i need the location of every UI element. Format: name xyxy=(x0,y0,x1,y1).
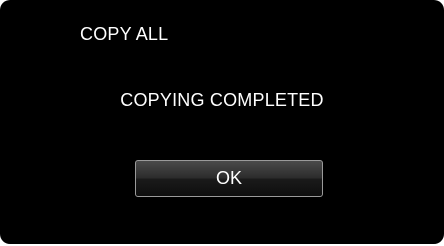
screen-title: COPY ALL xyxy=(80,24,169,44)
camera-lcd-screen: COPY ALL COPYING COMPLETED OK xyxy=(0,0,444,244)
status-message: COPYING COMPLETED xyxy=(120,90,324,110)
ok-button-label: OK xyxy=(215,168,242,188)
ok-button[interactable]: OK xyxy=(135,160,323,197)
